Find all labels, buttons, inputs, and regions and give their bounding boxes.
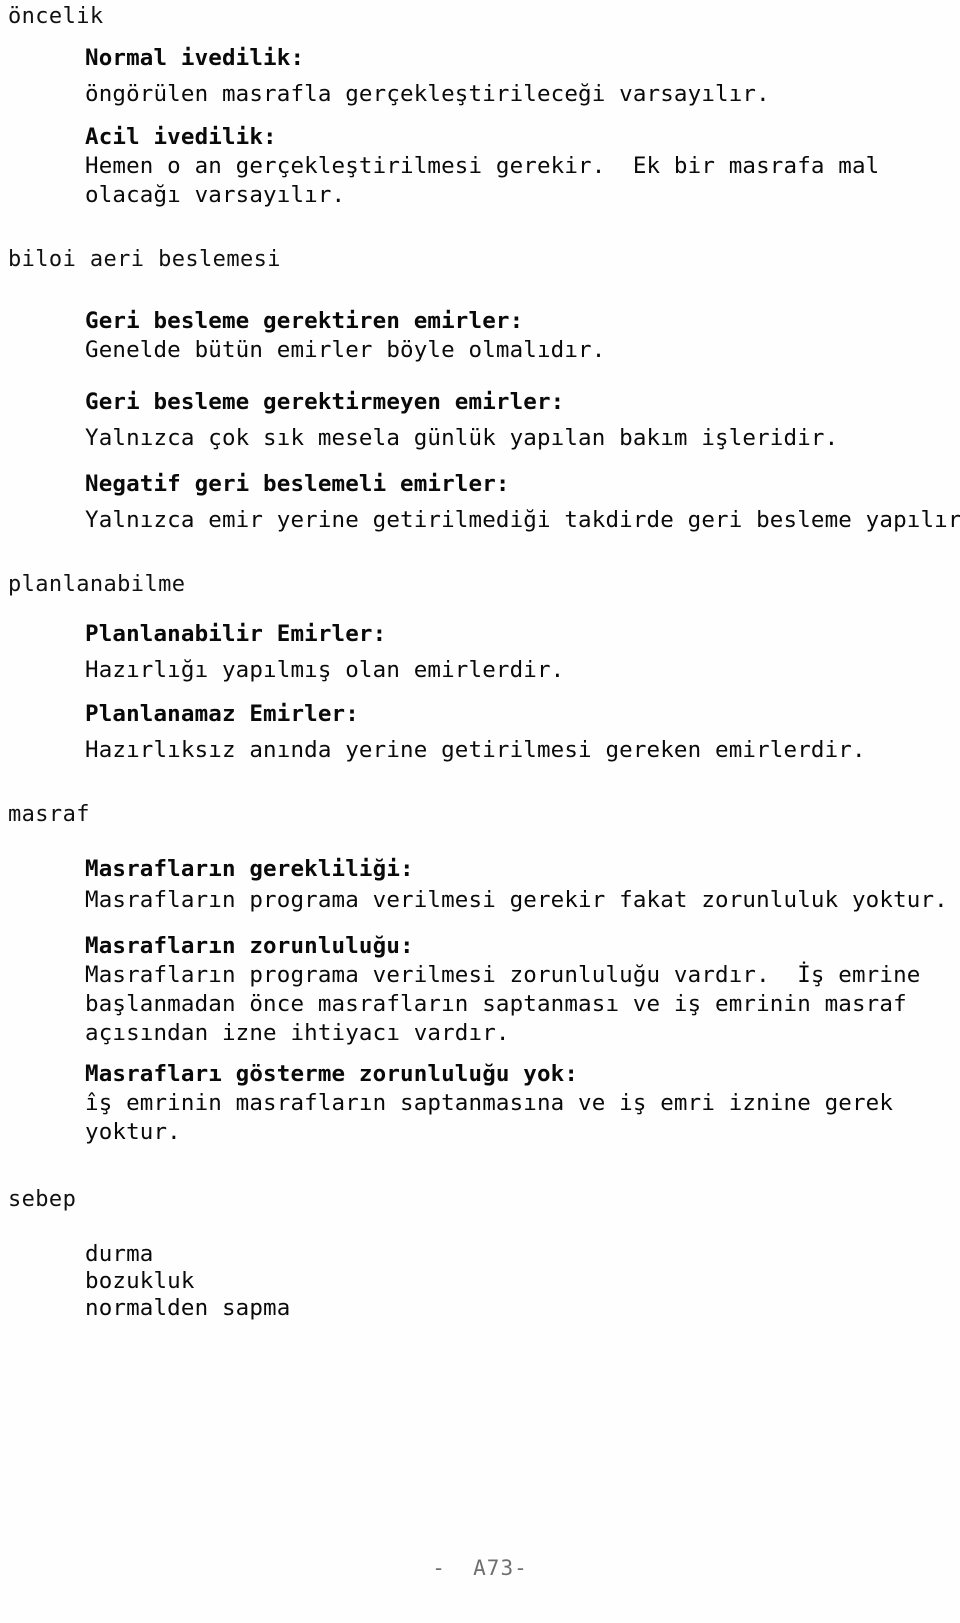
term-label: Masrafların zorunluluğu: bbox=[85, 933, 414, 959]
document-page: öncelik Normal ivedilik: öngörülen masrafl… bbox=[0, 0, 960, 1623]
term-label: Masrafların gerekliliği: bbox=[85, 856, 414, 882]
term-label: Normal ivedilik: bbox=[85, 45, 305, 71]
term-description: îş emrinin masrafların saptanmasına ve i… bbox=[85, 1090, 894, 1116]
term-description: Genelde bütün emirler böyle olmalıdır. bbox=[85, 337, 606, 363]
term-label: Planlanamaz Emirler: bbox=[85, 701, 359, 727]
term-description: başlanmadan önce masrafların saptanması … bbox=[85, 991, 907, 1017]
term-description: Hazırlığı yapılmış olan emirlerdir. bbox=[85, 657, 565, 683]
section-heading: öncelik bbox=[8, 4, 104, 29]
term-description: Masrafların programa verilmesi zorunlulu… bbox=[85, 962, 921, 988]
term-description: bozukluk bbox=[85, 1268, 195, 1294]
page-number-footer: - A73- bbox=[432, 1556, 528, 1580]
section-heading: biloi aeri beslemesi bbox=[8, 247, 281, 272]
section-heading: sebep bbox=[8, 1187, 77, 1212]
term-description: öngörülen masrafla gerçekleştirileceği v… bbox=[85, 81, 770, 107]
term-label: Acil ivedilik: bbox=[85, 124, 277, 150]
term-description: Masrafların programa verilmesi gerekir f… bbox=[85, 887, 948, 913]
term-label: Geri besleme gerektiren emirler: bbox=[85, 308, 524, 334]
term-description: durma bbox=[85, 1241, 154, 1267]
term-description: Yalnızca çok sık mesela günlük yapılan b… bbox=[85, 425, 839, 451]
term-description: Yalnızca emir yerine getirilmediği takdi… bbox=[85, 507, 960, 533]
section-heading: planlanabilme bbox=[8, 572, 186, 597]
term-label: Masrafları gösterme zorunluluğu yok: bbox=[85, 1061, 579, 1087]
term-label: Planlanabilir Emirler: bbox=[85, 621, 387, 647]
term-description: açısından izne ihtiyacı vardır. bbox=[85, 1020, 510, 1046]
term-description: Hazırlıksız anında yerine getirilmesi ge… bbox=[85, 737, 866, 763]
term-description: normalden sapma bbox=[85, 1295, 291, 1321]
section-heading: masraf bbox=[8, 802, 90, 827]
term-description: Hemen o an gerçekleştirilmesi gerekir. E… bbox=[85, 153, 880, 179]
term-description: olacağı varsayılır. bbox=[85, 182, 346, 208]
term-description: yoktur. bbox=[85, 1119, 181, 1145]
term-label: Negatif geri beslemeli emirler: bbox=[85, 471, 510, 497]
term-label: Geri besleme gerektirmeyen emirler: bbox=[85, 389, 565, 415]
